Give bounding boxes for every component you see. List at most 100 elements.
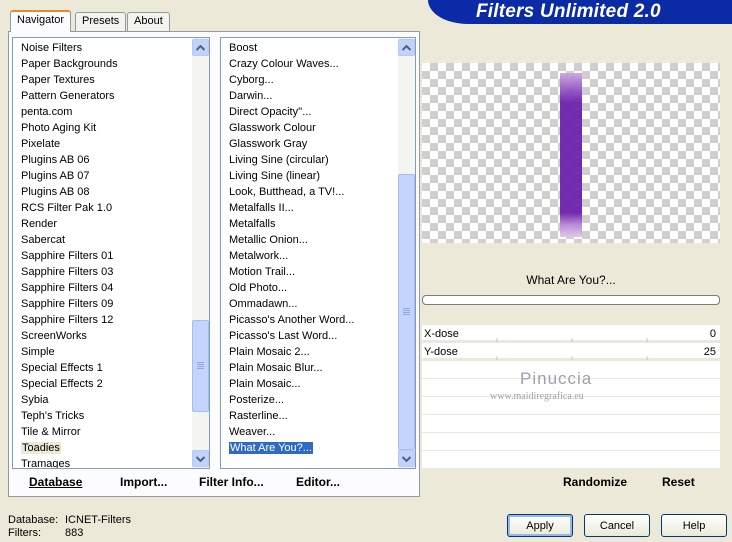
list-item[interactable]: Darwin... (221, 88, 415, 104)
list-item[interactable]: Paper Textures (13, 72, 209, 88)
filter-info-button[interactable]: Filter Info... (199, 475, 264, 489)
list-item[interactable]: Plugins AB 08 (13, 184, 209, 200)
tab-about[interactable]: About (127, 12, 170, 31)
param-row-y-dose[interactable]: Y-dose 25 (422, 343, 720, 361)
list-item[interactable]: Glasswork Colour (221, 120, 415, 136)
scroll-up-button[interactable] (192, 39, 209, 56)
list-item[interactable]: Sapphire Filters 04 (13, 280, 209, 296)
list-item-label: Metallic Onion... (229, 234, 308, 246)
list-item[interactable]: Look, Butthead, a TV!... (221, 184, 415, 200)
filter-scrollbar[interactable] (398, 38, 415, 468)
list-item[interactable]: Sybia (13, 392, 209, 408)
list-item-label: Noise Filters (21, 42, 83, 54)
list-item[interactable]: Simple (13, 344, 209, 360)
list-item[interactable]: Sapphire Filters 01 (13, 248, 209, 264)
database-button[interactable]: Database (29, 475, 82, 489)
list-item-label: Picasso's Last Word... (229, 330, 338, 342)
list-item[interactable]: Sabercat (13, 232, 209, 248)
list-item[interactable]: Plain Mosaic Blur... (221, 360, 415, 376)
preview-shape (560, 73, 582, 237)
category-scrollbar[interactable] (192, 38, 209, 468)
list-item-label: Weaver... (229, 426, 276, 438)
scroll-down-button[interactable] (398, 450, 415, 467)
list-item-label: Paper Backgrounds (21, 58, 118, 70)
randomize-button[interactable]: Randomize (563, 475, 627, 489)
list-item[interactable]: Paper Backgrounds (13, 56, 209, 72)
list-item[interactable]: Motion Trail... (221, 264, 415, 280)
list-item[interactable]: Metalfalls (221, 216, 415, 232)
list-item[interactable]: Boost (221, 40, 415, 56)
list-item-label: Posterize... (229, 394, 285, 406)
list-item[interactable]: Old Photo... (221, 280, 415, 296)
reset-button[interactable]: Reset (662, 475, 695, 489)
list-item[interactable]: Cyborg... (221, 72, 415, 88)
list-item[interactable]: ScreenWorks (13, 328, 209, 344)
list-item[interactable]: Sapphire Filters 03 (13, 264, 209, 280)
tab-navigator[interactable]: Navigator (10, 10, 72, 32)
list-item[interactable]: Metalwork... (221, 248, 415, 264)
list-item[interactable]: Toadies (13, 440, 209, 456)
list-item[interactable]: Plain Mosaic 2... (221, 344, 415, 360)
selected-filter-name: What Are You?... (526, 273, 616, 287)
list-item[interactable]: Teph's Tricks (13, 408, 209, 424)
list-item[interactable]: RCS Filter Pak 1.0 (13, 200, 209, 216)
category-list[interactable]: Noise Filters Paper Backgrounds Paper Text… (12, 37, 210, 469)
database-value: ICNET-Filters (65, 514, 131, 526)
list-item-label: What Are You?... (229, 442, 313, 454)
list-item[interactable]: Direct Opacity''... (221, 104, 415, 120)
list-item[interactable]: Special Effects 2 (13, 376, 209, 392)
list-item[interactable]: penta.com (13, 104, 209, 120)
list-item-label: Picasso's Another Word... (229, 314, 355, 326)
list-item[interactable]: Weaver... (221, 424, 415, 440)
param-row-empty (422, 433, 720, 451)
list-item[interactable]: Tile & Mirror (13, 424, 209, 440)
list-item[interactable]: Posterize... (221, 392, 415, 408)
list-item[interactable]: Render (13, 216, 209, 232)
import-button[interactable]: Import... (120, 475, 167, 489)
list-item[interactable]: Photo Aging Kit (13, 120, 209, 136)
preview-canvas[interactable] (422, 63, 720, 243)
list-item[interactable]: Sapphire Filters 09 (13, 296, 209, 312)
list-item-label: Photo Aging Kit (21, 122, 97, 134)
list-item[interactable]: Plain Mosaic... (221, 376, 415, 392)
chevron-down-icon (196, 455, 205, 462)
list-item[interactable]: Pixelate (13, 136, 209, 152)
scroll-up-button[interactable] (398, 39, 415, 56)
cancel-button[interactable]: Cancel (584, 514, 650, 537)
list-item[interactable]: Pattern Generators (13, 88, 209, 104)
list-item[interactable]: Glasswork Gray (221, 136, 415, 152)
list-item[interactable]: Tramages (13, 456, 209, 468)
help-button[interactable]: Help (661, 514, 727, 537)
list-item[interactable]: Living Sine (linear) (221, 168, 415, 184)
list-item[interactable]: Noise Filters (13, 40, 209, 56)
list-item[interactable]: Plugins AB 06 (13, 152, 209, 168)
list-item-label: Pixelate (21, 138, 61, 150)
list-item[interactable]: Living Sine (circular) (221, 152, 415, 168)
list-item[interactable]: Metalfalls II... (221, 200, 415, 216)
list-item[interactable]: Rasterline... (221, 408, 415, 424)
app-title: Filters Unlimited 2.0 (476, 1, 661, 22)
list-item[interactable]: Crazy Colour Waves... (221, 56, 415, 72)
scroll-thumb[interactable] (398, 174, 415, 450)
tab-presets[interactable]: Presets (75, 12, 127, 31)
list-item-label: RCS Filter Pak 1.0 (21, 202, 113, 214)
editor-button[interactable]: Editor... (296, 475, 340, 489)
filter-list[interactable]: Boost Crazy Colour Waves... Cyborg... Darwi… (220, 37, 416, 469)
list-item[interactable]: Picasso's Last Word... (221, 328, 415, 344)
list-item-label: Sapphire Filters 01 (21, 250, 114, 262)
scroll-thumb[interactable] (192, 320, 209, 412)
scroll-down-button[interactable] (192, 450, 209, 467)
list-item[interactable]: Picasso's Another Word... (221, 312, 415, 328)
param-row-x-dose[interactable]: X-dose 0 (422, 325, 720, 343)
list-item-label: Sabercat (21, 234, 66, 246)
list-item-label: Metalfalls (229, 218, 276, 230)
list-item[interactable]: What Are You?... (221, 440, 415, 456)
apply-button[interactable]: Apply (507, 514, 573, 537)
list-item[interactable]: Sapphire Filters 12 (13, 312, 209, 328)
list-item[interactable]: Plugins AB 07 (13, 168, 209, 184)
list-item[interactable]: Ommadawn... (221, 296, 415, 312)
list-item-label: Old Photo... (229, 282, 288, 294)
list-item-label: Toadies (21, 442, 61, 454)
list-item[interactable]: Special Effects 1 (13, 360, 209, 376)
list-item[interactable]: Metallic Onion... (221, 232, 415, 248)
